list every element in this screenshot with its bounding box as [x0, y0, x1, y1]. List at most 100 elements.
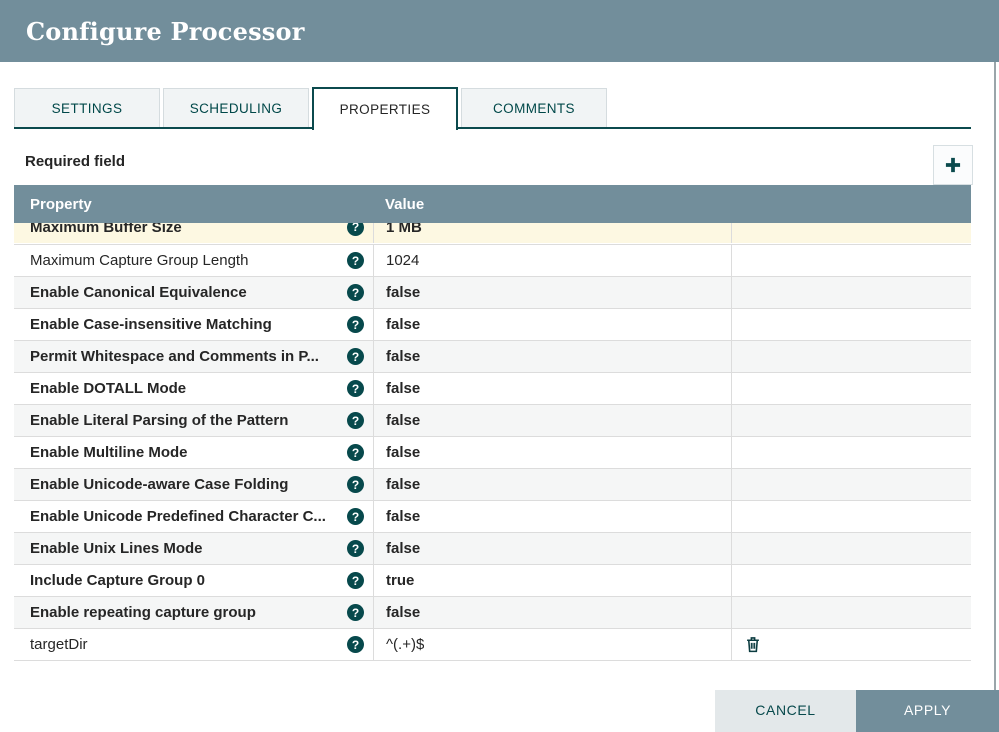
property-name-cell: Maximum Buffer Size ?: [14, 223, 373, 243]
tab-scheduling[interactable]: SCHEDULING: [163, 88, 309, 127]
property-actions-cell: [731, 341, 971, 372]
table-row[interactable]: Enable Case-insensitive Matching ? false: [14, 309, 971, 341]
property-name: Permit Whitespace and Comments in P...: [30, 348, 319, 365]
table-row[interactable]: Enable Canonical Equivalence ? false: [14, 277, 971, 309]
table-row[interactable]: Maximum Capture Group Length ? 1024: [14, 245, 971, 277]
property-name-cell: Enable Multiline Mode ?: [14, 437, 373, 468]
trash-icon: [747, 637, 759, 653]
property-actions-cell: [731, 245, 971, 276]
question-mark-icon[interactable]: ?: [347, 508, 364, 525]
property-value-cell[interactable]: 1024: [373, 245, 731, 276]
property-value-cell[interactable]: false: [373, 501, 731, 532]
tab-bar: SETTINGS SCHEDULING PROPERTIES COMMENTS: [14, 87, 607, 130]
property-value-cell[interactable]: false: [373, 533, 731, 564]
property-value: 1 MB: [386, 223, 422, 236]
property-actions-cell: [731, 277, 971, 308]
property-actions-cell: [731, 223, 971, 243]
question-mark-icon[interactable]: ?: [347, 444, 364, 461]
tab-settings[interactable]: SETTINGS: [14, 88, 160, 127]
property-name-cell: Enable Literal Parsing of the Pattern ?: [14, 405, 373, 436]
property-name-cell: Enable Unix Lines Mode ?: [14, 533, 373, 564]
question-mark-icon[interactable]: ?: [347, 540, 364, 557]
property-value: false: [386, 316, 421, 333]
property-name: Enable Literal Parsing of the Pattern: [30, 412, 289, 429]
property-value-cell[interactable]: false: [373, 405, 731, 436]
dialog-title: Configure Processor: [26, 16, 305, 46]
property-actions-cell: [731, 597, 971, 628]
table-row[interactable]: Enable repeating capture group ? false: [14, 597, 971, 629]
property-value: false: [386, 508, 421, 525]
question-mark-icon[interactable]: ?: [347, 348, 364, 365]
property-name: targetDir: [30, 636, 88, 653]
table-row[interactable]: Include Capture Group 0 ? true: [14, 565, 971, 597]
tab-label: COMMENTS: [493, 100, 575, 116]
property-value-cell[interactable]: false: [373, 437, 731, 468]
question-mark-icon[interactable]: ?: [347, 252, 364, 269]
question-mark-icon[interactable]: ?: [347, 412, 364, 429]
table-row[interactable]: Enable DOTALL Mode ? false: [14, 373, 971, 405]
property-name: Enable Unix Lines Mode: [30, 540, 203, 557]
property-name: Enable repeating capture group: [30, 604, 256, 621]
table-row[interactable]: Enable Unicode Predefined Character C...…: [14, 501, 971, 533]
property-actions-cell: [731, 373, 971, 404]
column-header-property: Property: [30, 195, 92, 213]
property-name-cell: Enable Unicode-aware Case Folding ?: [14, 469, 373, 500]
question-mark-icon[interactable]: ?: [347, 604, 364, 621]
property-value: false: [386, 284, 421, 301]
table-row[interactable]: Maximum Buffer Size ? 1 MB: [14, 223, 971, 243]
table-row[interactable]: Enable Multiline Mode ? false: [14, 437, 971, 469]
property-value-cell[interactable]: false: [373, 277, 731, 308]
tab-properties[interactable]: PROPERTIES: [312, 87, 458, 130]
tab-label: SETTINGS: [51, 100, 123, 116]
question-mark-icon[interactable]: ?: [347, 223, 364, 236]
property-actions-cell: [731, 437, 971, 468]
question-mark-icon[interactable]: ?: [347, 380, 364, 397]
property-value-cell[interactable]: false: [373, 373, 731, 404]
property-actions-cell: [731, 501, 971, 532]
tab-label: SCHEDULING: [189, 100, 283, 116]
property-value-cell[interactable]: true: [373, 565, 731, 596]
property-name: Enable DOTALL Mode: [30, 380, 187, 397]
apply-button[interactable]: APPLY: [856, 690, 999, 732]
property-name-cell: Permit Whitespace and Comments in P... ?: [14, 341, 373, 372]
property-value-cell[interactable]: false: [373, 309, 731, 340]
property-name: Enable Multiline Mode: [30, 444, 188, 461]
property-name: Include Capture Group 0: [30, 572, 206, 589]
cancel-button[interactable]: CANCEL: [715, 690, 856, 732]
property-name: Enable Canonical Equivalence: [30, 284, 247, 301]
add-property-button[interactable]: [933, 145, 973, 185]
table-header-row: Property Value: [14, 185, 971, 223]
table-body: Maximum Buffer Size ? 1 MB Maximum Captu…: [14, 223, 971, 661]
property-value-cell[interactable]: ^(.+)$: [373, 629, 731, 660]
table-row[interactable]: Enable Unix Lines Mode ? false: [14, 533, 971, 565]
property-name: Maximum Capture Group Length: [30, 252, 249, 269]
clipped-row-viewport: Maximum Buffer Size ? 1 MB: [14, 223, 971, 245]
question-mark-icon[interactable]: ?: [347, 572, 364, 589]
table-row[interactable]: Permit Whitespace and Comments in P... ?…: [14, 341, 971, 373]
question-mark-icon[interactable]: ?: [347, 316, 364, 333]
property-name: Enable Case-insensitive Matching: [30, 316, 272, 333]
question-mark-icon[interactable]: ?: [347, 476, 364, 493]
question-mark-icon[interactable]: ?: [347, 284, 364, 301]
configure-processor-dialog: Configure Processor SETTINGS SCHEDULING …: [0, 0, 999, 732]
property-actions-cell: [731, 469, 971, 500]
required-field-label: Required field: [25, 153, 126, 170]
table-row[interactable]: targetDir ? ^(.+)$: [14, 629, 971, 661]
property-actions-cell: [731, 629, 971, 660]
dialog-header: Configure Processor: [0, 0, 999, 62]
property-name-cell: Enable Unicode Predefined Character C...…: [14, 501, 373, 532]
delete-property-button[interactable]: [732, 636, 761, 653]
property-value-cell[interactable]: false: [373, 597, 731, 628]
property-value: false: [386, 476, 421, 493]
property-value-cell[interactable]: 1 MB: [373, 223, 731, 243]
table-row[interactable]: Enable Unicode-aware Case Folding ? fals…: [14, 469, 971, 501]
property-name: Enable Unicode Predefined Character C...: [30, 508, 326, 525]
column-header-value: Value: [385, 195, 425, 213]
table-row[interactable]: Enable Literal Parsing of the Pattern ? …: [14, 405, 971, 437]
property-value-cell[interactable]: false: [373, 341, 731, 372]
tab-comments[interactable]: COMMENTS: [461, 88, 607, 127]
property-actions-cell: [731, 309, 971, 340]
property-value: false: [386, 348, 421, 365]
question-mark-icon[interactable]: ?: [347, 636, 364, 653]
property-value-cell[interactable]: false: [373, 469, 731, 500]
